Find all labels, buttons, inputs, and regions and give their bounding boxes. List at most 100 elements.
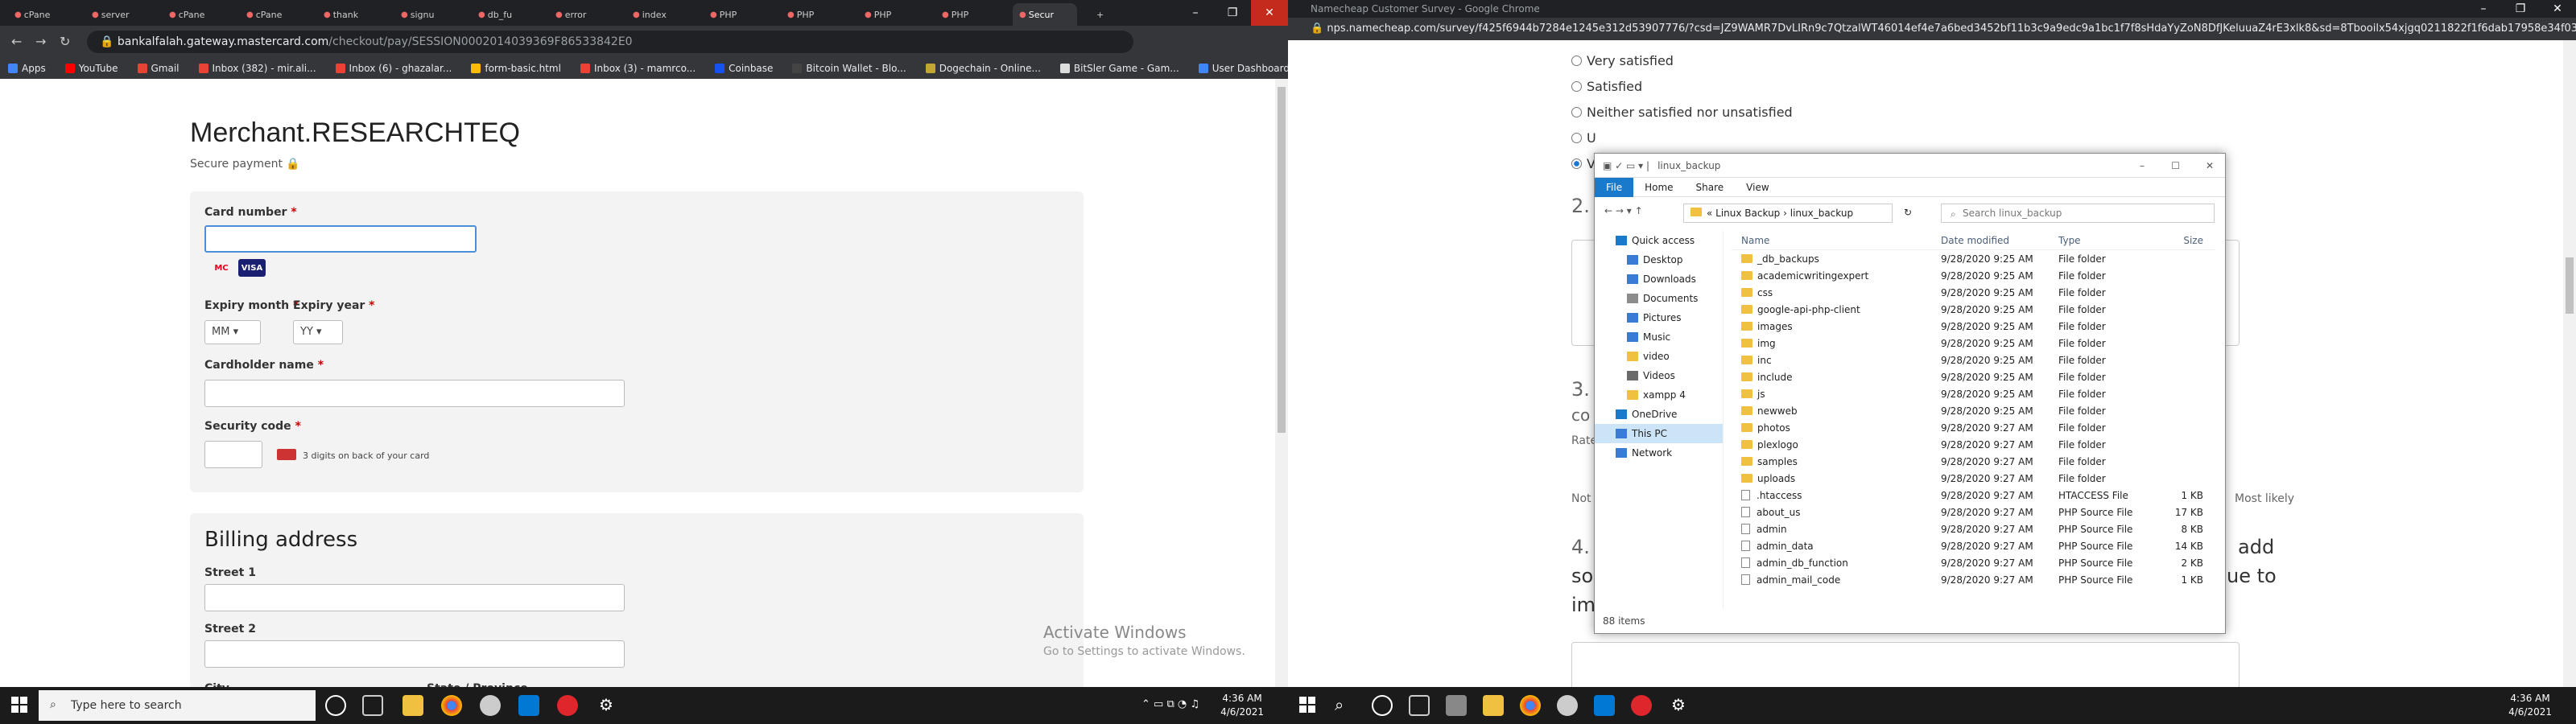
- ribbon-tab[interactable]: Share: [1685, 182, 1736, 193]
- address-bar[interactable]: 🔒 bankalfalah.gateway.mastercard.com/che…: [87, 31, 1133, 53]
- forward-icon[interactable]: →: [35, 34, 46, 49]
- file-row[interactable]: uploads 9/28/2020 9:27 AM File folder: [1732, 470, 2215, 487]
- card-number-input[interactable]: [204, 225, 477, 253]
- nav-item[interactable]: This PC: [1595, 424, 1723, 443]
- opera-icon[interactable]: [1631, 695, 1652, 716]
- quick-access-toolbar-icon[interactable]: ▣ ✓ ▭ ▾ |: [1603, 160, 1649, 171]
- ribbon-tab[interactable]: File: [1595, 177, 1634, 197]
- expiry-month-select[interactable]: MM ▾: [204, 320, 261, 344]
- file-row[interactable]: about_us 9/28/2020 9:27 AM PHP Source File…: [1732, 504, 2215, 520]
- back-icon[interactable]: ←: [11, 34, 22, 49]
- start-icon[interactable]: [1299, 697, 1315, 713]
- taskbar-clock[interactable]: 4:36 AM 4/6/2021: [1220, 692, 1264, 719]
- settings-icon[interactable]: ⚙: [596, 695, 617, 716]
- vscode-icon[interactable]: [1594, 695, 1615, 716]
- satisfaction-radio[interactable]: Neither satisfied nor unsatisfied: [1571, 105, 1793, 120]
- file-row[interactable]: academicwritingexpert 9/28/2020 9:25 AM Fi…: [1732, 267, 2215, 284]
- browser-tab[interactable]: ● cPane: [163, 3, 213, 26]
- bookmark-item[interactable]: Inbox (382) - mir.ali...: [198, 63, 316, 74]
- page-scrollbar[interactable]: [2563, 40, 2576, 687]
- browser-tab[interactable]: ● PHP: [704, 3, 753, 26]
- nav-item[interactable]: xampp 4: [1595, 385, 1723, 405]
- file-row[interactable]: .htaccess 9/28/2020 9:27 AM HTACCESS File 1…: [1732, 487, 2215, 504]
- browser-tab[interactable]: ● PHP: [935, 3, 985, 26]
- column-header[interactable]: Size: [2155, 235, 2211, 246]
- nav-item[interactable]: Music: [1595, 327, 1723, 347]
- bookmark-item[interactable]: Apps: [8, 63, 46, 74]
- bookmark-item[interactable]: YouTube: [64, 63, 118, 74]
- maximize-button[interactable]: ❐: [1214, 0, 1251, 26]
- search-icon[interactable]: ⌕: [1335, 695, 1356, 716]
- nav-item[interactable]: Documents: [1595, 289, 1723, 308]
- file-row[interactable]: img 9/28/2020 9:25 AM File folder: [1732, 335, 2215, 352]
- app-icon[interactable]: [1446, 695, 1467, 716]
- browser-tab[interactable]: ● Secur: [1013, 3, 1077, 26]
- reload-icon[interactable]: ↻: [60, 34, 70, 49]
- close-button[interactable]: ✕: [1251, 0, 1288, 26]
- file-row[interactable]: admin_data 9/28/2020 9:27 AM PHP Source Fi…: [1732, 537, 2215, 554]
- browser-tab[interactable]: ● cPane: [8, 3, 58, 26]
- nav-item[interactable]: Videos: [1595, 366, 1723, 385]
- radio-circle[interactable]: [1571, 158, 1582, 169]
- question-4-textarea[interactable]: [1571, 642, 2240, 690]
- column-header[interactable]: Name: [1732, 235, 1941, 246]
- file-row[interactable]: google-api-php-client 9/28/2020 9:25 AM Fi…: [1732, 301, 2215, 318]
- explorer-address-bar[interactable]: « Linux Backup › linux_backup: [1683, 204, 1893, 223]
- street2-input[interactable]: [204, 640, 625, 668]
- address-bar[interactable]: 🔒 nps.namecheap.com/survey/f425f6944b728…: [1288, 18, 2576, 40]
- satisfaction-radio[interactable]: Satisfied: [1571, 79, 1642, 94]
- browser-tab[interactable]: ● cPane: [240, 3, 290, 26]
- opera-icon[interactable]: [557, 695, 578, 716]
- column-header[interactable]: Date modified: [1941, 235, 2058, 246]
- radio-circle[interactable]: [1571, 107, 1582, 117]
- settings-icon[interactable]: ⚙: [1668, 695, 1689, 716]
- bookmark-item[interactable]: Dogechain - Online...: [925, 63, 1041, 74]
- scrollbar-thumb[interactable]: [1278, 87, 1286, 433]
- app-icon[interactable]: [1557, 695, 1578, 716]
- nav-item[interactable]: Quick access: [1595, 231, 1723, 250]
- close-button[interactable]: ✕: [2539, 0, 2576, 18]
- radio-circle[interactable]: [1571, 81, 1582, 92]
- browser-tab[interactable]: ● PHP: [858, 3, 908, 26]
- file-explorer-icon[interactable]: [402, 695, 423, 716]
- file-row[interactable]: _db_backups 9/28/2020 9:25 AM File folder: [1732, 250, 2215, 267]
- bookmark-item[interactable]: Coinbase: [715, 63, 773, 74]
- explorer-minimize-button[interactable]: –: [2140, 160, 2145, 171]
- ribbon-tab[interactable]: View: [1735, 182, 1780, 193]
- radio-circle[interactable]: [1571, 56, 1582, 66]
- nav-item[interactable]: video: [1595, 347, 1723, 366]
- security-code-input[interactable]: [204, 441, 262, 468]
- new-tab-button[interactable]: +: [1090, 3, 1114, 26]
- file-row[interactable]: admin 9/28/2020 9:27 AM PHP Source File 8 K…: [1732, 520, 2215, 537]
- cortana-icon[interactable]: [325, 695, 346, 716]
- explorer-refresh-icon[interactable]: ↻: [1904, 207, 1912, 218]
- satisfaction-radio[interactable]: V: [1571, 156, 1596, 171]
- start-icon[interactable]: [11, 697, 27, 713]
- bookmark-item[interactable]: BitSler Game - Gam...: [1059, 63, 1179, 74]
- minimize-button[interactable]: –: [1177, 0, 1214, 26]
- file-row[interactable]: js 9/28/2020 9:25 AM File folder: [1732, 385, 2215, 402]
- expiry-year-select[interactable]: YY ▾: [293, 320, 343, 344]
- file-row[interactable]: photos 9/28/2020 9:27 AM File folder: [1732, 419, 2215, 436]
- file-row[interactable]: css 9/28/2020 9:25 AM File folder: [1732, 284, 2215, 301]
- bookmark-item[interactable]: Gmail: [137, 63, 180, 74]
- minimize-button[interactable]: –: [2465, 0, 2502, 18]
- file-row[interactable]: admin_db_function 9/28/2020 9:27 AM PHP So…: [1732, 554, 2215, 571]
- browser-tab[interactable]: ● PHP: [781, 3, 831, 26]
- bookmark-item[interactable]: Inbox (6) - ghazalar...: [335, 63, 452, 74]
- bookmark-item[interactable]: Bitcoin Wallet - Blo...: [792, 63, 906, 74]
- nav-item[interactable]: Downloads: [1595, 269, 1723, 289]
- page-scrollbar[interactable]: [1275, 79, 1288, 687]
- radio-circle[interactable]: [1571, 133, 1582, 143]
- browser-tab[interactable]: ● index: [626, 3, 676, 26]
- file-row[interactable]: samples 9/28/2020 9:27 AM File folder: [1732, 453, 2215, 470]
- bookmark-item[interactable]: form-basic.html: [471, 63, 561, 74]
- task-view-icon[interactable]: [1409, 695, 1430, 716]
- column-header[interactable]: Type: [2058, 235, 2155, 246]
- file-row[interactable]: include 9/28/2020 9:25 AM File folder: [1732, 368, 2215, 385]
- file-row[interactable]: images 9/28/2020 9:25 AM File folder: [1732, 318, 2215, 335]
- satisfaction-radio[interactable]: Very satisfied: [1571, 53, 1674, 68]
- file-row[interactable]: newweb 9/28/2020 9:25 AM File folder: [1732, 402, 2215, 419]
- explorer-maximize-button[interactable]: ☐: [2171, 160, 2180, 171]
- nav-item[interactable]: OneDrive: [1595, 405, 1723, 424]
